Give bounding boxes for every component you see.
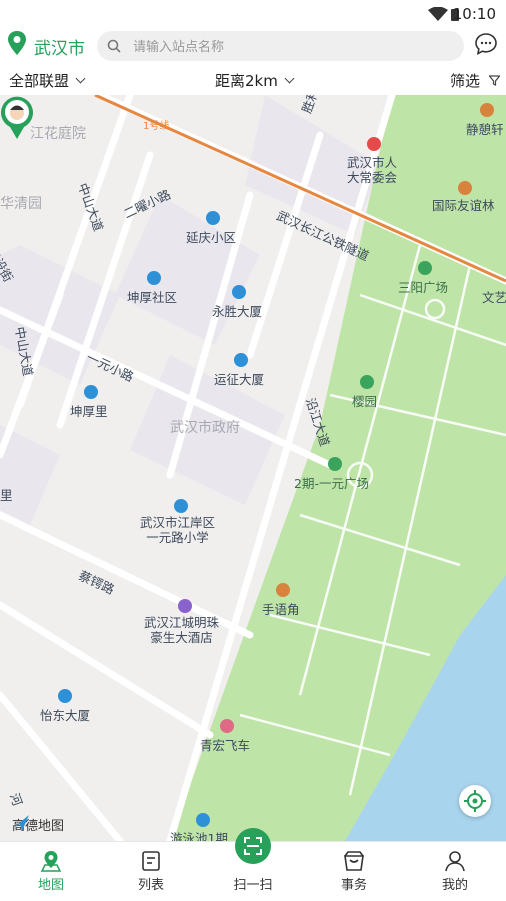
map-label: 手语角 xyxy=(262,602,300,617)
tab-mine[interactable]: 我的 xyxy=(415,842,495,901)
map-label: 青宏飞车 xyxy=(200,738,251,753)
tab-label: 列表 xyxy=(137,878,164,893)
map-label: 国际友谊林 xyxy=(432,198,495,213)
landmark-icon[interactable] xyxy=(458,181,472,195)
map-view[interactable]: 江花庭院 华清园 1号线 胜利街 武汉市人 大常委会 静憩轩 国际友谊林 中山大… xyxy=(0,95,506,841)
search-row: 武汉市 xyxy=(0,28,506,62)
alliance-label: 全部联盟 xyxy=(9,72,70,90)
amusement-icon[interactable] xyxy=(220,719,234,733)
map-label: 武汉市江岸区 一元路小学 xyxy=(140,515,216,545)
list-icon xyxy=(142,851,160,871)
user-icon xyxy=(445,851,465,872)
crosshair-icon xyxy=(464,790,486,812)
park-icon[interactable] xyxy=(360,375,374,389)
building-icon[interactable] xyxy=(84,385,98,399)
locate-button[interactable] xyxy=(459,785,491,817)
hotel-icon[interactable] xyxy=(178,599,192,613)
map-label: 樱园 xyxy=(352,394,378,409)
swimming-icon[interactable] xyxy=(196,813,210,827)
scan-icon xyxy=(244,837,262,855)
map-attribution: 高德地图 xyxy=(12,815,64,834)
filter-label: 筛选 xyxy=(450,72,481,90)
map-label: 坤厚社区 xyxy=(127,290,178,305)
location-pin-icon[interactable] xyxy=(8,31,26,55)
search-input[interactable] xyxy=(131,35,455,59)
building-icon[interactable] xyxy=(58,689,72,703)
map-label: 怡东大厦 xyxy=(40,708,91,723)
landmark-icon[interactable] xyxy=(480,103,494,117)
map-label: 武汉市政府 xyxy=(170,420,240,436)
building-icon[interactable] xyxy=(234,353,248,367)
map-label: 2期-一元广场 xyxy=(294,476,369,491)
tab-label: 扫一扫 xyxy=(233,878,273,893)
map-label: 三阳广场 xyxy=(398,280,449,295)
tab-label: 我的 xyxy=(441,878,468,893)
filter-button[interactable]: 筛选 xyxy=(450,70,501,91)
scan-button[interactable] xyxy=(235,828,271,864)
map-label: 永胜大厦 xyxy=(212,304,263,319)
distance-dropdown[interactable]: 距离2km xyxy=(215,70,295,91)
park-icon[interactable] xyxy=(328,457,342,471)
wifi-icon xyxy=(428,7,448,21)
funnel-icon xyxy=(488,75,501,86)
government-icon[interactable] xyxy=(367,137,381,151)
building-icon[interactable] xyxy=(232,285,246,299)
bag-icon xyxy=(344,851,364,871)
map-label: 游泳池1期 xyxy=(170,831,228,841)
map-label: 武汉市人 大常委会 xyxy=(347,155,398,185)
city-selector[interactable]: 武汉市 xyxy=(34,34,85,59)
station-marker-icon[interactable] xyxy=(0,95,34,139)
status-bar: 10:10 xyxy=(0,0,506,28)
tab-affairs[interactable]: 事务 xyxy=(314,842,394,901)
building-icon[interactable] xyxy=(147,271,161,285)
alliance-dropdown[interactable]: 全部联盟 xyxy=(9,70,86,91)
map-label: 华清园 xyxy=(0,196,42,212)
map-label: 坤厚里 xyxy=(70,404,108,419)
search-box[interactable] xyxy=(97,31,464,61)
map-label: 延庆小区 xyxy=(186,230,237,245)
amap-logo-icon xyxy=(12,815,29,831)
map-label: 文艺 xyxy=(482,290,506,305)
map-canvas xyxy=(0,95,506,841)
tab-label: 地图 xyxy=(37,878,64,893)
message-icon[interactable] xyxy=(474,32,498,56)
landmark-icon[interactable] xyxy=(276,583,290,597)
map-label: 里 xyxy=(0,488,13,503)
search-icon xyxy=(107,39,121,53)
map-label: 江花庭院 xyxy=(30,126,86,142)
tab-map[interactable]: 地图 xyxy=(11,842,91,901)
map-pin-icon xyxy=(40,851,62,872)
map-label: 1号线 xyxy=(143,121,170,132)
school-icon[interactable] xyxy=(174,499,188,513)
map-label: 运征大厦 xyxy=(214,372,265,387)
map-label: 静憩轩 xyxy=(466,122,504,137)
tab-label: 事务 xyxy=(340,878,367,893)
map-label: 武汉江城明珠 豪生大酒店 xyxy=(144,615,220,645)
filter-bar: 全部联盟 距离2km 筛选 xyxy=(0,62,506,96)
building-icon[interactable] xyxy=(206,211,220,225)
status-time: 10:10 xyxy=(452,5,496,23)
chevron-down-icon xyxy=(75,73,86,84)
distance-label: 距离2km xyxy=(215,72,278,90)
tab-list[interactable]: 列表 xyxy=(111,842,191,901)
park-icon[interactable] xyxy=(418,261,432,275)
chevron-down-icon xyxy=(284,73,295,84)
